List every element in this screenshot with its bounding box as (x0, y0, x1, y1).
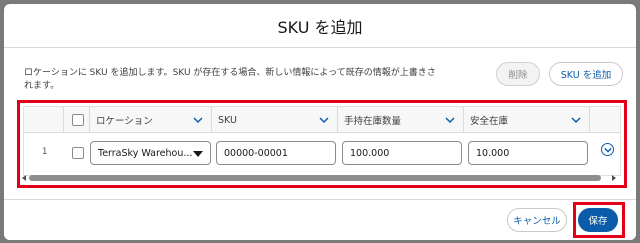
scroll-left-arrow-icon[interactable] (22, 175, 26, 181)
location-select-value: TerraSky Warehou... (98, 147, 193, 159)
scroll-right-arrow-icon[interactable] (612, 175, 616, 181)
cancel-button[interactable]: キャンセル (507, 208, 567, 232)
on-hand-quantity-input[interactable]: 100.000 (342, 141, 462, 165)
sku-table: ロケーション SKU 手持在庫数量 安全在庫 1 TerraSky Wareho… (23, 106, 621, 176)
select-all-checkbox[interactable] (72, 114, 84, 126)
header-on-hand-label: 手持在庫数量 (344, 116, 402, 127)
chevron-down-icon[interactable] (445, 115, 455, 125)
horizontal-scrollbar[interactable] (20, 173, 618, 183)
row-actions-chevron-icon[interactable] (601, 143, 614, 156)
modal-description: ロケーションに SKU を追加します。SKU が存在する場合、新しい情報によって… (24, 68, 436, 91)
chevron-down-icon (603, 147, 612, 153)
modal-title: SKU を追加 (277, 17, 363, 37)
header-rownum-col (24, 107, 64, 133)
modal-header: SKU を追加 (4, 4, 636, 48)
safety-stock-input[interactable]: 10.000 (468, 141, 588, 165)
table-highlight-frame: ロケーション SKU 手持在庫数量 安全在庫 1 TerraSky Wareho… (17, 100, 627, 188)
header-location-label: ロケーション (96, 116, 153, 127)
add-sku-modal: SKU を追加 ロケーションに SKU を追加します。SKU が存在する場合、新… (4, 4, 636, 240)
header-location[interactable]: ロケーション (90, 107, 212, 133)
table-row: 1 TerraSky Warehou... 00000-00001 100.00… (24, 133, 620, 173)
header-safety-stock-label: 安全在庫 (470, 116, 509, 127)
chevron-down-icon[interactable] (319, 115, 329, 125)
scrollbar-thumb[interactable] (29, 175, 601, 181)
chevron-down-icon[interactable] (193, 115, 203, 125)
chevron-down-icon[interactable] (571, 115, 581, 125)
header-sku-label: SKU (218, 114, 237, 126)
delete-button[interactable]: 削除 (496, 62, 540, 86)
table-header: ロケーション SKU 手持在庫数量 安全在庫 (24, 107, 620, 133)
location-select[interactable]: TerraSky Warehou... (90, 141, 211, 165)
sku-input[interactable]: 00000-00001 (216, 141, 336, 165)
header-safety-stock[interactable]: 安全在庫 (464, 107, 590, 133)
save-button[interactable]: 保存 (578, 208, 618, 232)
add-sku-button[interactable]: SKU を追加 (549, 62, 623, 86)
header-on-hand[interactable]: 手持在庫数量 (338, 107, 464, 133)
row-number: 1 (42, 147, 48, 157)
row-select-checkbox[interactable] (72, 147, 84, 159)
header-select-col (64, 107, 90, 133)
caret-down-icon (193, 151, 203, 157)
header-sku[interactable]: SKU (212, 107, 338, 133)
